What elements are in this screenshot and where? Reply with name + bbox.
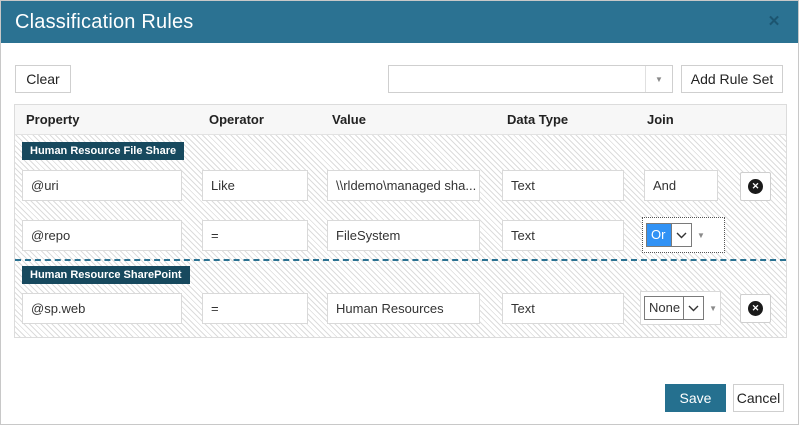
data-type-field[interactable]: Text bbox=[502, 170, 624, 201]
column-header-data-type: Data Type bbox=[507, 105, 568, 135]
join-select[interactable]: None ▼ bbox=[640, 291, 721, 325]
toolbar: Clear ▼ Add Rule Set bbox=[1, 43, 798, 104]
ruleset-combo[interactable]: ▼ bbox=[388, 65, 673, 93]
chevron-down-icon[interactable] bbox=[683, 297, 703, 319]
table-header-row: Property Operator Value Data Type Join bbox=[15, 105, 786, 135]
operator-field[interactable]: = bbox=[202, 220, 308, 251]
column-header-operator: Operator bbox=[209, 105, 264, 135]
group-badge-sharepoint: Human Resource SharePoint bbox=[22, 266, 190, 284]
join-combo-dropdown-arrow-icon[interactable]: ▼ bbox=[697, 231, 705, 240]
operator-field[interactable]: Like bbox=[202, 170, 308, 201]
column-header-value: Value bbox=[332, 105, 366, 135]
join-combo-dropdown-arrow-icon[interactable]: ▼ bbox=[709, 304, 717, 313]
chevron-down-icon[interactable] bbox=[671, 224, 691, 246]
rules-table: Property Operator Value Data Type Join H… bbox=[14, 104, 787, 338]
property-field[interactable]: @sp.web bbox=[22, 293, 182, 324]
save-button[interactable]: Save bbox=[665, 384, 726, 412]
value-field[interactable]: \\rldemo\managed sha... bbox=[327, 170, 480, 201]
value-field[interactable]: FileSystem bbox=[327, 220, 480, 251]
join-native-select[interactable]: None bbox=[644, 296, 704, 320]
delete-rule-button[interactable]: ✕ bbox=[740, 172, 771, 201]
group-badge-file-share: Human Resource File Share bbox=[22, 142, 184, 160]
delete-rule-button[interactable]: ✕ bbox=[740, 294, 771, 323]
add-rule-set-button[interactable]: Add Rule Set bbox=[681, 65, 783, 93]
property-field[interactable]: @uri bbox=[22, 170, 182, 201]
join-field[interactable]: And bbox=[644, 170, 718, 201]
column-header-property: Property bbox=[26, 105, 79, 135]
join-selected-option: Or bbox=[647, 224, 671, 246]
column-header-join: Join bbox=[647, 105, 674, 135]
dialog-title: Classification Rules bbox=[1, 11, 194, 34]
join-native-select[interactable]: Or bbox=[646, 223, 692, 247]
delete-icon: ✕ bbox=[748, 301, 763, 316]
data-type-field[interactable]: Text bbox=[502, 293, 624, 324]
rule-set-separator bbox=[15, 259, 786, 261]
clear-button[interactable]: Clear bbox=[15, 65, 71, 93]
cancel-button[interactable]: Cancel bbox=[733, 384, 784, 412]
join-select[interactable]: Or ▼ bbox=[642, 217, 725, 253]
join-selected-option: None bbox=[645, 297, 683, 319]
value-field[interactable]: Human Resources bbox=[327, 293, 480, 324]
dialog-header: Classification Rules ✕ bbox=[1, 1, 798, 43]
delete-icon: ✕ bbox=[748, 179, 763, 194]
property-field[interactable]: @repo bbox=[22, 220, 182, 251]
footer: Save Cancel bbox=[1, 368, 798, 424]
ruleset-combo-dropdown-arrow-icon[interactable]: ▼ bbox=[645, 66, 672, 92]
ruleset-combo-input[interactable] bbox=[389, 66, 645, 92]
classification-rules-dialog: Classification Rules ✕ Clear ▼ Add Rule … bbox=[0, 0, 799, 425]
table-body: Human Resource File Share @uri Like \\rl… bbox=[15, 135, 786, 337]
close-icon[interactable]: ✕ bbox=[764, 12, 784, 32]
operator-field[interactable]: = bbox=[202, 293, 308, 324]
data-type-field[interactable]: Text bbox=[502, 220, 624, 251]
